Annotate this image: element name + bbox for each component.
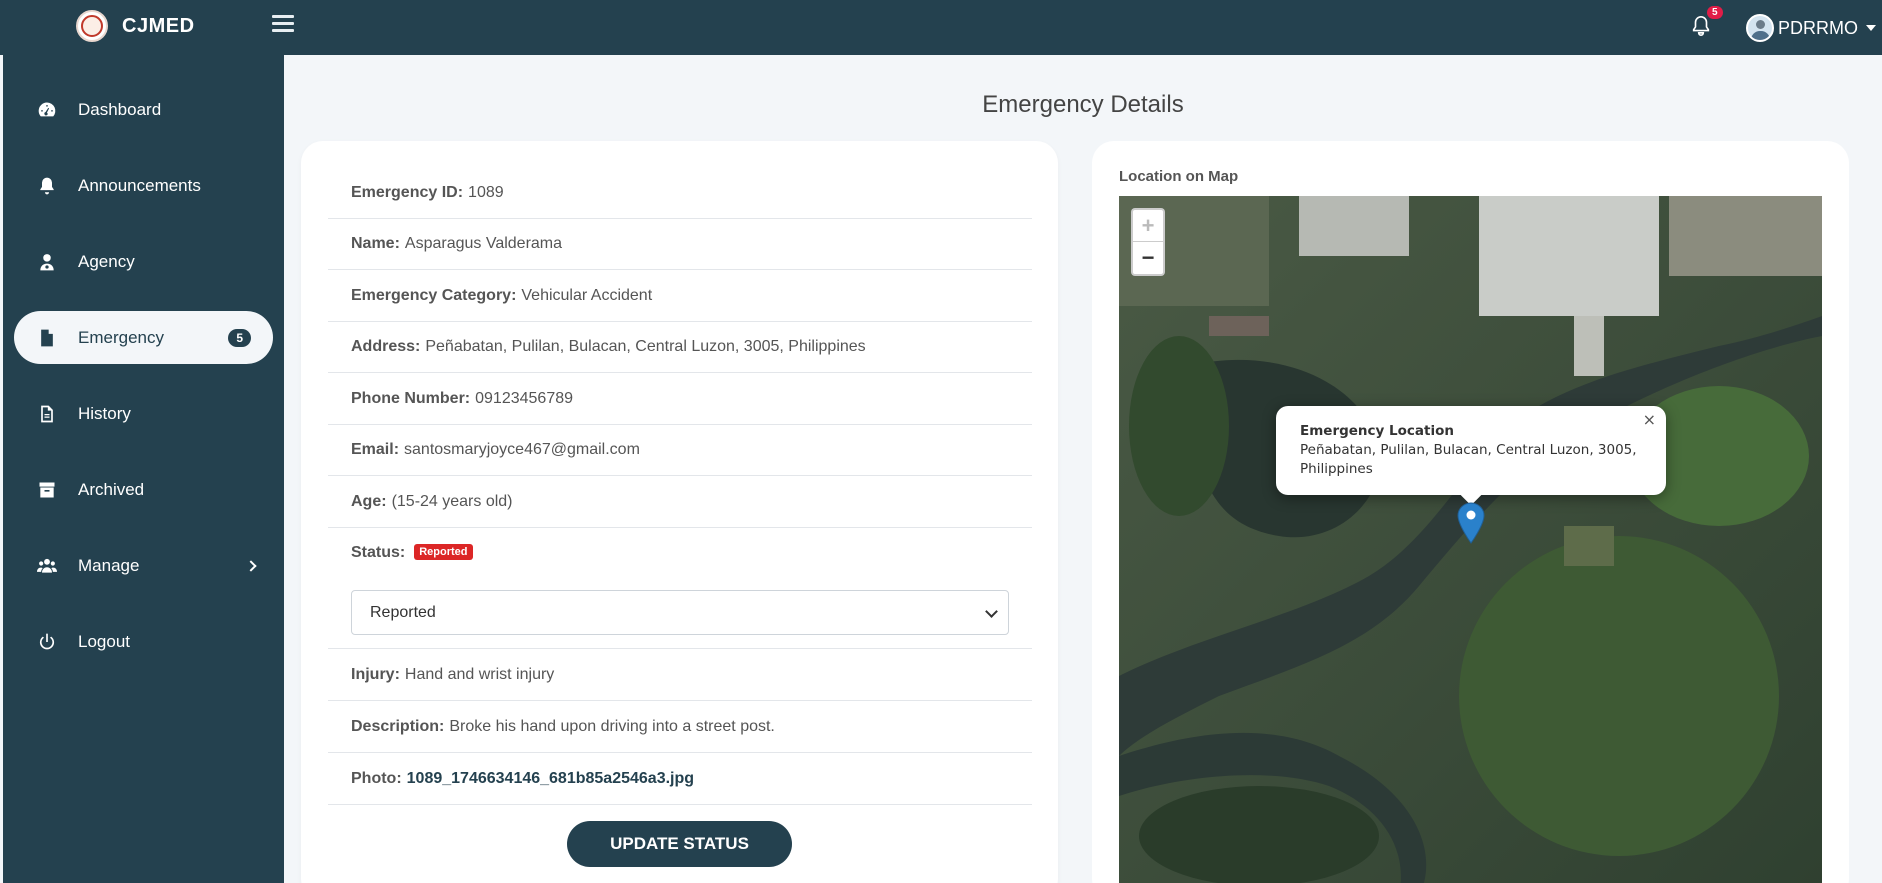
- detail-label: Description:: [351, 717, 445, 735]
- sidebar-item-agency[interactable]: Agency: [14, 235, 273, 288]
- sidebar-item-history[interactable]: History: [14, 387, 273, 440]
- sidebar-item-label: Logout: [78, 631, 130, 651]
- update-status-button[interactable]: UPDATE STATUS: [567, 821, 792, 867]
- sidebar-item-label: Dashboard: [78, 99, 162, 119]
- sidebar-item-archived[interactable]: Archived: [14, 463, 273, 516]
- brand[interactable]: CJMED: [76, 10, 195, 42]
- brand-name: CJMED: [122, 14, 195, 37]
- satellite-map[interactable]: + − Emergency Location Peñabatan, Pulila…: [1119, 196, 1822, 883]
- detail-label: Status:: [351, 544, 406, 561]
- sidebar-item-label: Archived: [78, 479, 145, 499]
- detail-value: santosmaryjoyce467@gmail.com: [404, 441, 640, 458]
- detail-label: Phone Number:: [351, 389, 471, 407]
- sidebar-item-label: History: [78, 403, 131, 423]
- zoom-out-button[interactable]: −: [1133, 242, 1163, 274]
- detail-value: (15-24 years old): [391, 492, 513, 510]
- power-icon: [36, 631, 58, 653]
- user-name: PDRRMO: [1778, 17, 1858, 38]
- sidebar-item-label: Manage: [78, 555, 140, 575]
- user-avatar: [1746, 14, 1774, 42]
- bell-icon: [36, 175, 58, 197]
- chevron-down-icon: [985, 605, 998, 618]
- detail-injury: Injury: Hand and wrist injury: [328, 649, 1032, 701]
- zoom-in-button[interactable]: +: [1133, 210, 1163, 242]
- detail-name: Name: Asparagus Valderama: [328, 219, 1032, 270]
- users-icon: [36, 555, 58, 577]
- emergency-count-badge: 5: [228, 328, 251, 347]
- status-badge: Reported: [414, 544, 473, 560]
- detail-label: Emergency Category:: [351, 286, 517, 304]
- sidebar-item-announcements[interactable]: Announcements: [14, 159, 273, 212]
- sidebar-item-label: Emergency: [78, 327, 164, 347]
- detail-value: Asparagus Valderama: [404, 235, 563, 252]
- detail-value: 1089: [468, 183, 504, 201]
- map-marker-icon[interactable]: [1457, 502, 1485, 544]
- detail-age: Age: (15-24 years old): [328, 476, 1032, 528]
- user-menu[interactable]: PDRRMO: [1746, 14, 1876, 42]
- detail-label: Address:: [351, 338, 421, 355]
- detail-emergency-id: Emergency ID: 1089: [328, 167, 1032, 219]
- detail-category: Emergency Category: Vehicular Accident: [328, 270, 1032, 322]
- map-label: Location on Map: [1119, 168, 1239, 185]
- detail-photo: Photo: 1089_1746634146_681b85a2546a3.jpg: [328, 753, 1032, 805]
- file-icon: [36, 327, 58, 349]
- sidebar-item-dashboard[interactable]: Dashboard: [14, 83, 273, 136]
- caret-down-icon: [1866, 25, 1876, 31]
- detail-label: Photo:: [351, 769, 402, 787]
- detail-email: Email: santosmaryjoyce467@gmail.com: [328, 425, 1032, 476]
- sidebar-item-logout[interactable]: Logout: [14, 615, 273, 668]
- sidebar-item-manage[interactable]: Manage: [14, 539, 273, 592]
- sidebar-item-emergency[interactable]: Emergency 5: [14, 311, 273, 364]
- page-title: Emergency Details: [982, 91, 1184, 118]
- sidebar-item-label: Announcements: [78, 175, 201, 195]
- detail-label: Age:: [351, 492, 387, 510]
- sidebar: Dashboard Announcements Agency Emergency…: [3, 55, 284, 883]
- tachometer-icon: [36, 99, 58, 121]
- detail-label: Email:: [351, 441, 400, 458]
- sidebar-item-label: Agency: [78, 251, 135, 271]
- status-select-value: Reported: [370, 603, 436, 621]
- photo-link[interactable]: 1089_1746634146_681b85a2546a3.jpg: [407, 770, 694, 788]
- file-lines-icon: [36, 403, 58, 425]
- zoom-control: + −: [1131, 208, 1165, 276]
- popup-title: Emergency Location: [1300, 423, 1454, 439]
- notifications-button[interactable]: 5: [1690, 6, 1723, 42]
- emergency-details-card: Emergency ID: 1089 Name: Asparagus Valdera…: [301, 141, 1058, 883]
- detail-description: Description: Broke his hand upon driving …: [328, 701, 1032, 753]
- detail-label: Name:: [351, 235, 400, 252]
- detail-label: Injury:: [351, 665, 400, 683]
- detail-label: Emergency ID:: [351, 183, 464, 201]
- close-icon[interactable]: ×: [1643, 410, 1656, 429]
- hamburger-icon[interactable]: [272, 15, 294, 35]
- detail-phone: Phone Number: 09123456789: [328, 373, 1032, 425]
- detail-value: Vehicular Accident: [521, 286, 653, 304]
- detail-address: Address: Peñabatan, Pulilan, Bulacan, Cen…: [328, 322, 1032, 373]
- detail-value: 09123456789: [475, 389, 574, 407]
- detail-value: Peñabatan, Pulilan, Bulacan, Central Luz…: [425, 338, 866, 355]
- map-popup: Emergency Location Peñabatan, Pulilan, B…: [1276, 406, 1666, 506]
- chevron-right-icon: [245, 559, 257, 572]
- top-navbar: CJMED 5 PDRRMO: [0, 0, 1882, 55]
- popup-address: Peñabatan, Pulilan, Bulacan, Central Luz…: [1300, 442, 1637, 477]
- detail-value: Hand and wrist injury: [404, 665, 555, 683]
- notification-count-badge: 5: [1707, 6, 1723, 19]
- user-doctor-icon: [36, 251, 58, 273]
- status-select[interactable]: Reported: [351, 590, 1009, 635]
- map-card: Location on Map + − Emergency Location P…: [1092, 141, 1849, 883]
- archive-icon: [36, 479, 58, 501]
- brand-logo: [76, 10, 108, 42]
- detail-value: Broke his hand upon driving into a stree…: [449, 717, 775, 735]
